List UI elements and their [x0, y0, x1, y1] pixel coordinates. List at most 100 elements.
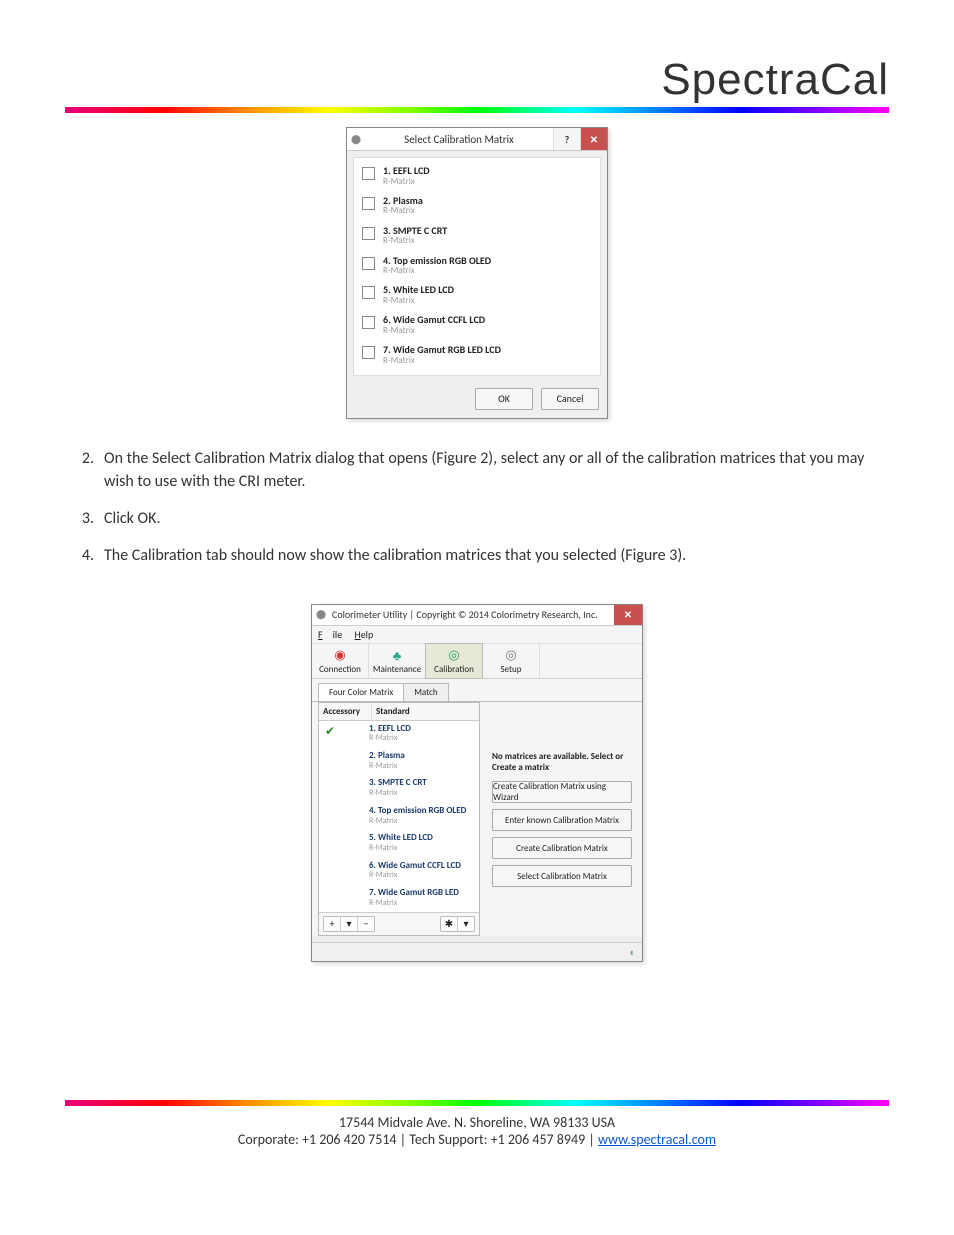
settings-button[interactable]: ✱	[441, 917, 458, 931]
footer-corporate-phone: +1 206 420 7514	[302, 1131, 397, 1148]
step-number: 4.	[70, 544, 94, 567]
footer-corporate-label: Corporate:	[238, 1131, 302, 1148]
matrix-name: 6. Wide Gamut CCFL LCD	[383, 314, 485, 326]
ok-button[interactable]: OK	[475, 388, 533, 410]
matrix-list-item[interactable]: 6. Wide Gamut CCFL LCDR-Matrix	[319, 858, 479, 885]
create-wizard-button[interactable]: Create Calibration Matrix using Wizard	[492, 781, 632, 803]
matrix-subtitle: R-Matrix	[369, 899, 473, 909]
enter-known-matrix-button[interactable]: Enter known Calibration Matrix	[492, 809, 632, 831]
remove-button[interactable]: −	[358, 917, 374, 931]
matrix-list-item[interactable]: 3. SMPTE C CRTR-Matrix	[319, 775, 479, 802]
step-text: The Calibration tab should now show the …	[104, 546, 686, 565]
rainbow-divider-top	[65, 107, 889, 113]
toolbar-setup[interactable]: ◎ Setup	[483, 644, 540, 678]
window-title: Colorimeter Utility | Copyright © 2014 C…	[330, 605, 614, 625]
checkbox[interactable]	[362, 257, 375, 270]
instruction-steps: 2. On the Select Calibration Matrix dial…	[70, 447, 889, 582]
matrix-name: 1. EEFL LCD	[383, 165, 430, 177]
matrix-subtitle: R-Matrix	[369, 871, 473, 881]
menu-help[interactable]: Help	[354, 628, 373, 641]
app-icon: ⬤	[312, 605, 330, 625]
menu-bar: File Help	[312, 626, 642, 644]
target-icon: ◎	[426, 648, 482, 664]
matrix-subtitle: R-Matrix	[369, 762, 473, 772]
matrix-list-item[interactable]: 4. Top emission RGB OLEDR-Matrix	[319, 803, 479, 830]
matrix-list-item[interactable]: 5. White LED LCDR-Matrix	[319, 830, 479, 857]
empty-state-message: No matrices are available. Select or Cre…	[492, 751, 632, 774]
matrix-list-item[interactable]: 3. SMPTE C CRTR-Matrix	[354, 222, 600, 252]
subtab-bar: Four Color Matrix Match	[312, 679, 642, 701]
create-matrix-button[interactable]: Create Calibration Matrix	[492, 837, 632, 859]
step-text: On the Select Calibration Matrix dialog …	[104, 449, 864, 491]
cancel-button[interactable]: Cancel	[541, 388, 599, 410]
checkbox[interactable]	[362, 346, 375, 359]
checkmark-icon: ✔	[325, 725, 335, 739]
footer-address: 17544 Midvale Ave. N. Shoreline, WA 9813…	[0, 1114, 954, 1131]
footer-tech-phone: +1 206 457 8949	[491, 1131, 586, 1148]
brand-wordmark: SpectraCal	[65, 55, 889, 105]
matrix-subtitle: R-Matrix	[369, 734, 473, 744]
checkbox[interactable]	[362, 227, 375, 240]
close-button[interactable]: ✕	[614, 605, 642, 625]
status-bar: ◐	[312, 942, 642, 961]
matrix-subtitle: R-Matrix	[383, 356, 501, 366]
tab-four-color-matrix[interactable]: Four Color Matrix	[318, 683, 404, 701]
toolbar-label: Maintenance	[369, 664, 425, 675]
matrix-subtitle: R-Matrix	[383, 206, 423, 216]
footer-sep: |	[397, 1131, 410, 1148]
checkbox[interactable]	[362, 167, 375, 180]
menu-file[interactable]: File	[318, 628, 342, 641]
matrix-name: 4. Top emission RGB OLED	[369, 806, 473, 817]
matrix-list-item[interactable]: ✔1. EEFL LCDR-Matrix	[319, 721, 479, 748]
matrix-list-panel: Accessory Standard ✔1. EEFL LCDR-Matrix2…	[318, 702, 480, 937]
checkbox[interactable]	[362, 286, 375, 299]
matrix-list-item[interactable]: 5. White LED LCDR-Matrix	[354, 281, 600, 311]
toolbar-label: Calibration	[426, 664, 482, 675]
matrix-subtitle: R-Matrix	[383, 326, 485, 336]
matrix-list-item[interactable]: 2. PlasmaR-Matrix	[354, 192, 600, 222]
tools-icon: ♣	[369, 648, 425, 664]
toolbar: ◉ Connection ♣ Maintenance ◎ Calibration…	[312, 644, 642, 679]
footer-link[interactable]: www.spectracal.com	[598, 1131, 716, 1148]
matrix-subtitle: R-Matrix	[383, 266, 491, 276]
close-button[interactable]: ✕	[580, 128, 607, 150]
matrix-list: 1. EEFL LCDR-Matrix2. PlasmaR-Matrix3. S…	[353, 157, 601, 376]
matrix-list-item[interactable]: 6. Wide Gamut CCFL LCDR-Matrix	[354, 311, 600, 341]
footer-sep: |	[585, 1131, 598, 1148]
column-standard: Standard	[372, 703, 479, 720]
step-number: 2.	[70, 447, 94, 470]
toolbar-connection[interactable]: ◉ Connection	[312, 644, 369, 678]
step-text: Click OK.	[104, 509, 160, 528]
matrix-list-item[interactable]: 7. Wide Gamut RGB LEDR-Matrix	[319, 885, 479, 912]
app-icon: ⬤	[347, 128, 365, 150]
matrix-subtitle: R-Matrix	[369, 817, 473, 827]
settings-dropdown[interactable]: ▾	[458, 917, 474, 931]
matrix-list-item[interactable]: 1. EEFL LCDR-Matrix	[354, 162, 600, 192]
add-dropdown[interactable]: ▾	[341, 917, 358, 931]
target-outline-icon: ◎	[483, 648, 539, 664]
toolbar-calibration[interactable]: ◎ Calibration	[425, 643, 483, 679]
help-button[interactable]: ?	[553, 128, 580, 150]
checkbox[interactable]	[362, 197, 375, 210]
matrix-subtitle: R-Matrix	[383, 236, 447, 246]
checkbox[interactable]	[362, 316, 375, 329]
colorimeter-utility-window: ⬤ Colorimeter Utility | Copyright © 2014…	[311, 604, 643, 963]
matrix-subtitle: R-Matrix	[369, 844, 473, 854]
status-icon: ◐	[629, 946, 636, 959]
add-button[interactable]: +	[324, 917, 341, 931]
matrix-list-item[interactable]: 2. PlasmaR-Matrix	[319, 748, 479, 775]
matrix-list-item[interactable]: 4. Top emission RGB OLEDR-Matrix	[354, 252, 600, 282]
right-panel: No matrices are available. Select or Cre…	[480, 702, 642, 937]
gear-icon: ◉	[312, 648, 368, 664]
matrix-list-item[interactable]: 7. Wide Gamut RGB LED LCDR-Matrix	[354, 341, 600, 371]
footer-tech-label: Tech Support:	[409, 1131, 490, 1148]
matrix-subtitle: R-Matrix	[369, 789, 473, 799]
toolbar-maintenance[interactable]: ♣ Maintenance	[369, 644, 426, 678]
select-calibration-matrix-dialog: ⬤ Select Calibration Matrix ? ✕ 1. EEFL …	[346, 127, 608, 419]
tab-match[interactable]: Match	[403, 683, 448, 701]
select-matrix-button[interactable]: Select Calibration Matrix	[492, 865, 632, 887]
matrix-subtitle: R-Matrix	[383, 296, 454, 306]
step-number: 3.	[70, 507, 94, 530]
column-accessory: Accessory	[319, 703, 372, 720]
toolbar-label: Connection	[312, 664, 368, 675]
